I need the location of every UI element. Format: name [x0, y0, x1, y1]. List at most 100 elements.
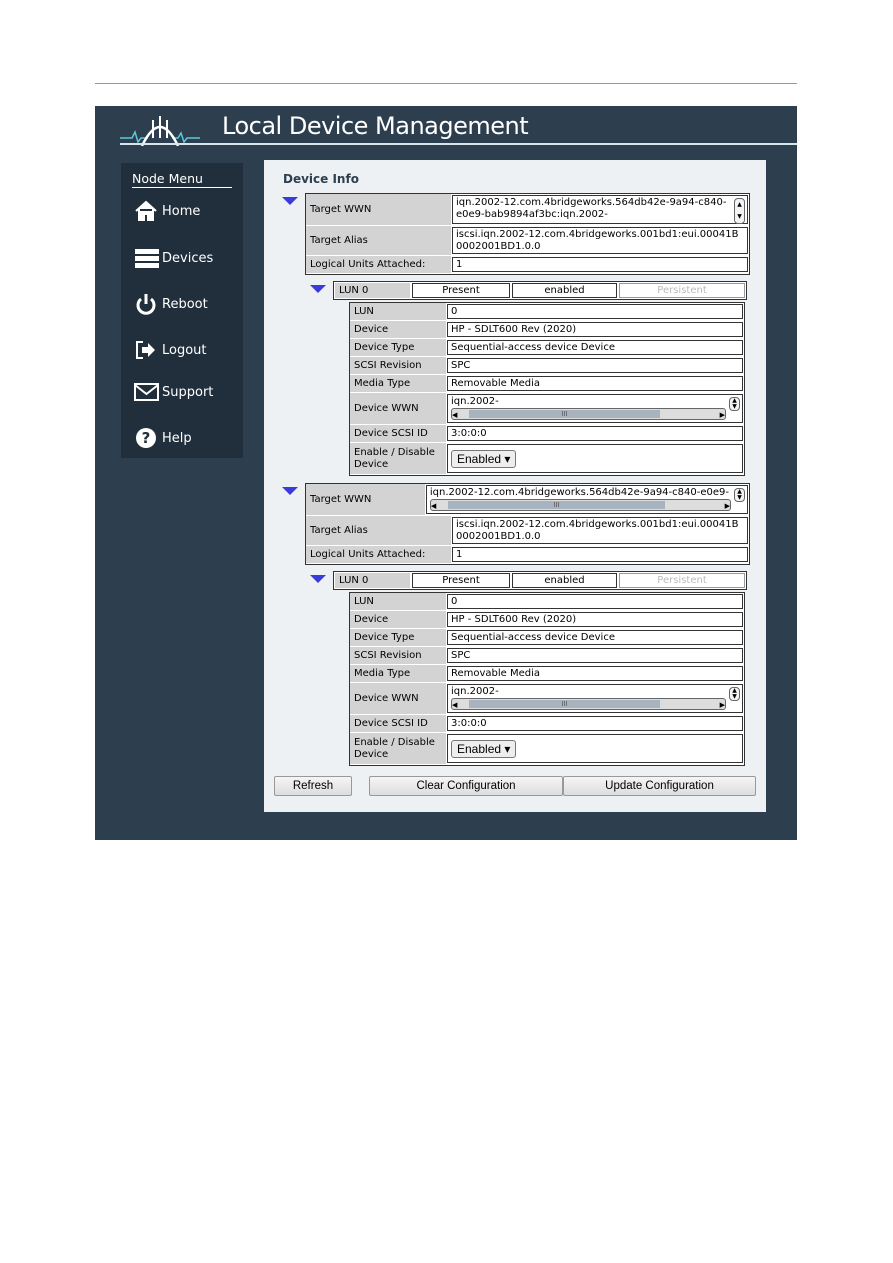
scsi-id-label: Device SCSI ID: [350, 425, 446, 442]
lun-name: LUN 0: [335, 283, 410, 298]
menu-item-label: Help: [162, 430, 192, 446]
target-alias-value: iscsi.iqn.2002-12.com.4bridgeworks.001bd…: [452, 227, 748, 254]
media-type-value: Removable Media: [447, 376, 743, 391]
device-wwn-label: Device WWN: [350, 393, 446, 424]
lun-label: LUN: [350, 593, 446, 610]
menu-item-label: Home: [162, 203, 201, 219]
logical-units-label: Logical Units Attached:: [306, 256, 451, 273]
collapse-target-toggle[interactable]: [282, 197, 298, 205]
lun-header: LUN 0 Present enabled Persistent: [333, 281, 747, 300]
lun-persistent: Persistent: [619, 283, 745, 298]
lun-details-table: LUN 0 Device HP - SDLT600 Rev (2020) Device …: [349, 302, 745, 476]
target-wwn-label: Target WWN: [306, 194, 451, 225]
target-wwn-field[interactable]: iqn.2002-12.com.4bridgeworks.564db42e-9a…: [452, 195, 748, 224]
wwn-spinner[interactable]: ▲ ▼: [734, 488, 745, 502]
device-wwn-scrollbar[interactable]: ◀ III ▶: [451, 408, 726, 420]
header-divider: [120, 143, 797, 145]
lun-value: 0: [447, 304, 743, 319]
envelope-icon: [134, 383, 159, 401]
scsi-id-value: 3:0:0:0: [447, 716, 743, 731]
device-info-panel: Device Info Target WWN iqn.2002-12.com.4…: [264, 160, 766, 812]
media-type-label: Media Type: [350, 665, 446, 682]
lun-value: 0: [447, 594, 743, 609]
target-wwn-label: Target WWN: [306, 484, 425, 515]
device-wwn-spinner[interactable]: ▲ ▼: [729, 397, 740, 411]
scsi-id-value: 3:0:0:0: [447, 426, 743, 441]
target-table: Target WWN iqn.2002-12.com.4bridgeworks.…: [305, 483, 750, 565]
scsi-id-label: Device SCSI ID: [350, 715, 446, 732]
update-configuration-button[interactable]: Update Configuration: [563, 776, 756, 796]
scsi-revision-value: SPC: [447, 648, 743, 663]
lun-label: LUN: [350, 303, 446, 320]
bridge-logo-icon: [120, 116, 200, 146]
enable-cell: Enabled ▾: [447, 734, 743, 763]
svg-text:?: ?: [142, 429, 151, 447]
lun-enabled: enabled: [512, 283, 617, 298]
node-menu: Node Menu Home Devices Reboot Logout Support…: [121, 163, 243, 458]
menu-item-devices[interactable]: Devices: [134, 246, 213, 270]
device-label: Device: [350, 611, 446, 628]
help-icon: ?: [136, 428, 156, 448]
logout-icon: [136, 341, 155, 359]
menu-item-help[interactable]: ? Help: [134, 426, 192, 450]
menu-item-support[interactable]: Support: [134, 380, 213, 404]
clear-configuration-button[interactable]: Clear Configuration: [369, 776, 563, 796]
wwn-horizontal-scrollbar[interactable]: ◀ III ▶: [429, 499, 731, 511]
media-type-label: Media Type: [350, 375, 446, 392]
target-alias-label: Target Alias: [306, 226, 451, 255]
enable-label: Enable / Disable Device: [350, 733, 446, 764]
target-alias-value: iscsi.iqn.2002-12.com.4bridgeworks.001bd…: [452, 517, 748, 544]
node-menu-title: Node Menu: [132, 171, 232, 188]
scsi-revision-label: SCSI Revision: [350, 647, 446, 664]
page-rule: [95, 83, 797, 84]
collapse-target-toggle[interactable]: [282, 487, 298, 495]
target-wwn-field[interactable]: iqn.2002-12.com.4bridgeworks.564db42e-9a…: [425, 485, 748, 514]
lun-enabled: enabled: [512, 573, 617, 588]
devices-icon: [135, 249, 159, 268]
menu-item-logout[interactable]: Logout: [134, 338, 207, 362]
app-title: Local Device Management: [222, 112, 529, 140]
device-label: Device: [350, 321, 446, 338]
lun-present: Present: [412, 283, 510, 298]
enable-disable-select[interactable]: Enabled ▾: [451, 449, 517, 468]
device-value: HP - SDLT600 Rev (2020): [447, 322, 743, 337]
device-type-label: Device Type: [350, 629, 446, 646]
wwn-scrollbar[interactable]: ▲ ▼: [734, 198, 745, 224]
menu-item-label: Reboot: [162, 296, 208, 312]
lun-details-table: LUN 0 Device HP - SDLT600 Rev (2020) Device …: [349, 592, 745, 766]
scsi-revision-label: SCSI Revision: [350, 357, 446, 374]
logical-units-label: Logical Units Attached:: [306, 546, 451, 563]
home-icon: [135, 200, 157, 221]
enable-disable-select[interactable]: Enabled ▾: [451, 739, 517, 758]
menu-item-reboot[interactable]: Reboot: [134, 292, 208, 316]
device-wwn-scrollbar[interactable]: ◀ III ▶: [451, 698, 726, 710]
menu-item-home[interactable]: Home: [134, 199, 200, 223]
power-icon: [136, 294, 156, 315]
target-alias-label: Target Alias: [306, 516, 451, 545]
media-type-value: Removable Media: [447, 666, 743, 681]
logical-units-value: 1: [452, 257, 748, 272]
device-type-value: Sequential-access device Device: [447, 340, 743, 355]
enable-label: Enable / Disable Device: [350, 443, 446, 474]
collapse-lun-toggle[interactable]: [310, 575, 326, 583]
lun-persistent: Persistent: [619, 573, 745, 588]
target-table: Target WWN iqn.2002-12.com.4bridgeworks.…: [305, 193, 750, 275]
menu-item-label: Devices: [162, 250, 214, 266]
lun-header: LUN 0 Present enabled Persistent: [333, 571, 747, 590]
enable-cell: Enabled ▾: [447, 444, 743, 473]
device-wwn-field[interactable]: iqn.2002- ▲ ▼ ◀ III ▶: [447, 684, 743, 713]
collapse-lun-toggle[interactable]: [310, 285, 326, 293]
device-wwn-spinner[interactable]: ▲ ▼: [729, 687, 740, 701]
menu-item-label: Support: [162, 384, 214, 400]
refresh-button[interactable]: Refresh: [274, 776, 352, 796]
device-type-label: Device Type: [350, 339, 446, 356]
app-window: Local Device Management Node Menu Home De…: [95, 106, 797, 840]
device-wwn-label: Device WWN: [350, 683, 446, 714]
device-wwn-field[interactable]: iqn.2002- ▲ ▼ ◀ III ▶: [447, 394, 743, 423]
lun-present: Present: [412, 573, 510, 588]
menu-item-label: Logout: [162, 342, 207, 358]
scsi-revision-value: SPC: [447, 358, 743, 373]
device-type-value: Sequential-access device Device: [447, 630, 743, 645]
page-title: Device Info: [283, 172, 359, 186]
device-value: HP - SDLT600 Rev (2020): [447, 612, 743, 627]
